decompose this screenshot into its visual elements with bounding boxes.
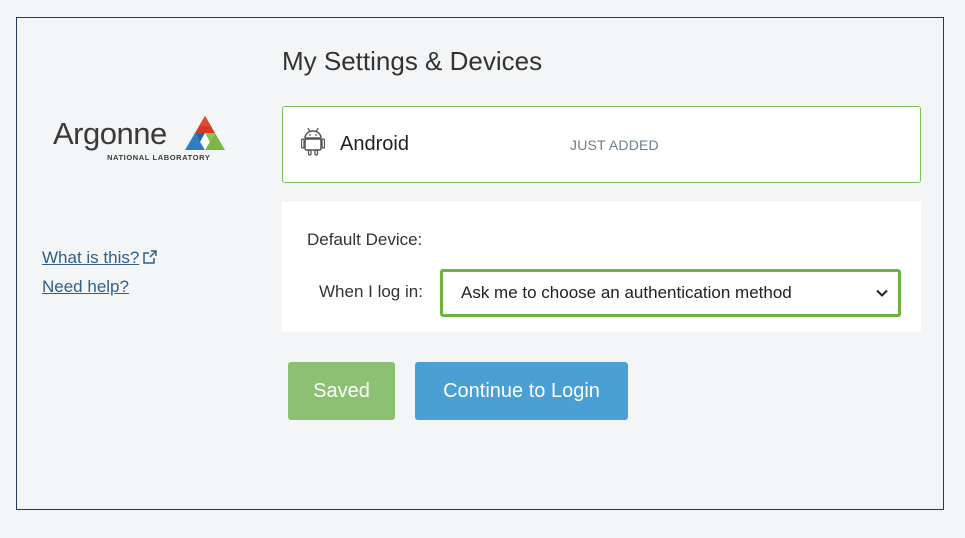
- when-i-log-in-label: When I log in:: [319, 282, 423, 301]
- argonne-logo: Argonne NATIONAL LABORATORY: [53, 116, 228, 166]
- external-link-icon: [143, 250, 158, 264]
- argonne-triangle-icon: [185, 116, 225, 150]
- help-links: What is this? Need help?: [42, 248, 158, 306]
- device-name: Android: [340, 133, 409, 155]
- auth-method-select[interactable]: Ask me to choose an authentication metho…: [440, 269, 901, 317]
- page-title: My Settings & Devices: [282, 46, 543, 76]
- chevron-down-icon: [876, 289, 888, 297]
- logo-wordmark: Argonne: [53, 116, 167, 151]
- need-help-link[interactable]: Need help?: [42, 277, 157, 297]
- saved-button[interactable]: Saved: [288, 362, 395, 420]
- settings-frame: Argonne NATIONAL LABORATORY What is this…: [16, 17, 944, 510]
- auth-method-selected-value: Ask me to choose an authentication metho…: [461, 283, 792, 302]
- default-device-panel: Default Device: When I log in: Ask me to…: [282, 202, 921, 332]
- logo-subtitle: NATIONAL LABORATORY: [107, 153, 211, 162]
- continue-to-login-button[interactable]: Continue to Login: [415, 362, 628, 420]
- what-is-this-link[interactable]: What is this?: [42, 248, 158, 268]
- what-is-this-label: What is this?: [42, 248, 140, 267]
- device-status-badge: JUST ADDED: [570, 137, 659, 153]
- device-card[interactable]: Android JUST ADDED: [282, 106, 921, 183]
- android-icon: [301, 127, 325, 156]
- default-device-label: Default Device:: [307, 230, 423, 249]
